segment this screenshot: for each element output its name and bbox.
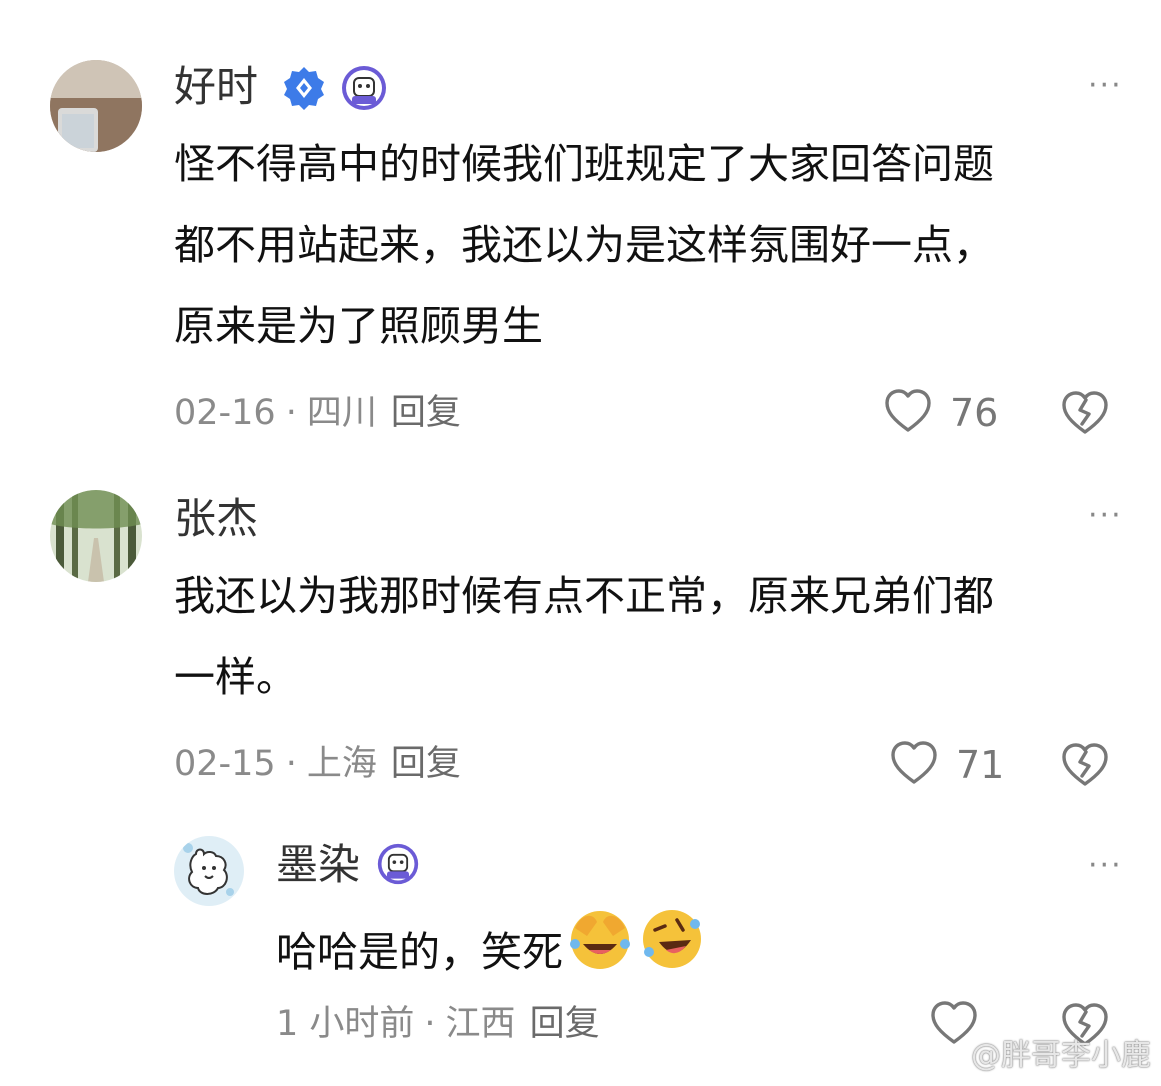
rolling-laughing-emoji-icon: [639, 906, 705, 999]
like-count: 71: [956, 743, 1005, 787]
separator: ·: [285, 744, 297, 784]
avatar[interactable]: [50, 490, 142, 582]
verified-badge-icon: [280, 64, 328, 116]
heart-icon: [884, 388, 932, 438]
reply-button[interactable]: 回复: [391, 744, 461, 784]
reply-button[interactable]: 回复: [391, 393, 461, 433]
like-count: 76: [950, 391, 999, 435]
comment-location: 四川: [306, 393, 377, 433]
comment-body: 怪不得高中的时候我们班规定了大家回答问题 都不用站起来，我还以为是这样氛围好一点…: [174, 124, 1134, 367]
comment-1: 好时 ··· 怪不得高中的时候我们班规定了大家回答问题 都不用站起来，我还以为是…: [0, 0, 1161, 460]
comment-date: 02-16: [174, 393, 276, 433]
mascot-badge-icon: [340, 64, 388, 116]
like-button[interactable]: 76: [884, 388, 998, 438]
more-icon[interactable]: ···: [1088, 851, 1123, 881]
broken-heart-icon[interactable]: [1060, 390, 1110, 440]
comment-meta: 02-15 · 上海 回复: [174, 744, 461, 784]
username[interactable]: 好时: [174, 62, 258, 112]
avatar[interactable]: [174, 836, 244, 906]
watermark: @胖哥李小鹿: [971, 1038, 1151, 1073]
more-icon[interactable]: ···: [1088, 501, 1123, 531]
reply-date: 1 小时前: [276, 1004, 415, 1044]
separator: ·: [424, 1004, 436, 1044]
heart-icon: [890, 740, 938, 790]
avatar[interactable]: [50, 60, 142, 152]
separator: ·: [285, 393, 297, 433]
reply-meta: 1 小时前 · 江西 回复: [276, 1004, 600, 1044]
reply-body: 哈哈是的，笑死: [276, 906, 1096, 999]
comment-line: 怪不得高中的时候我们班规定了大家回答问题: [174, 140, 994, 188]
comment-meta: 02-16 · 四川 回复: [174, 393, 461, 433]
comment-2: 张杰 ··· 我还以为我那时候有点不正常，原来兄弟们都 一样。 02-15 · 上海…: [0, 470, 1161, 810]
comment-location: 上海: [306, 744, 377, 784]
mascot-badge-icon: [376, 842, 420, 890]
comment-line: 原来是为了照顾男生: [174, 302, 543, 350]
reply-button[interactable]: 回复: [530, 1004, 600, 1044]
laughing-emoji-icon: [567, 906, 633, 999]
comment-body: 我还以为我那时候有点不正常，原来兄弟们都 一样。: [174, 556, 1134, 718]
comment-line: 一样。: [174, 653, 297, 701]
username[interactable]: 张杰: [174, 494, 258, 544]
username[interactable]: 墨染: [276, 840, 360, 890]
reply-location: 江西: [445, 1004, 516, 1044]
like-button[interactable]: 71: [890, 740, 1004, 790]
comment-line: 我还以为我那时候有点不正常，原来兄弟们都: [174, 572, 994, 620]
comment-line: 都不用站起来，我还以为是这样氛围好一点，: [174, 221, 994, 269]
reply-text: 哈哈是的，笑死: [276, 928, 563, 976]
comment-date: 02-15: [174, 744, 276, 784]
broken-heart-icon[interactable]: [1060, 742, 1110, 792]
more-icon[interactable]: ···: [1088, 71, 1123, 101]
